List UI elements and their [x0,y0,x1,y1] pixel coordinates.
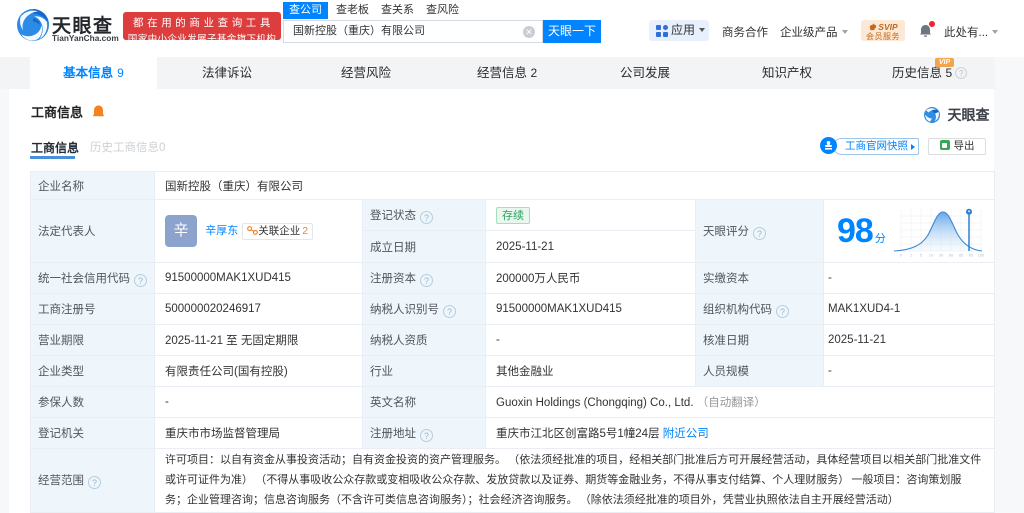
svg-text:5: 5 [920,253,923,258]
svg-text:60: 60 [949,253,954,258]
svg-text:85: 85 [959,253,964,258]
svg-text:10: 10 [929,253,934,258]
svg-text:30: 30 [939,253,944,258]
svg-text:0: 0 [900,253,903,258]
svg-text:100: 100 [978,253,984,258]
svg-text:1: 1 [910,253,913,258]
svg-text:95: 95 [969,253,974,258]
